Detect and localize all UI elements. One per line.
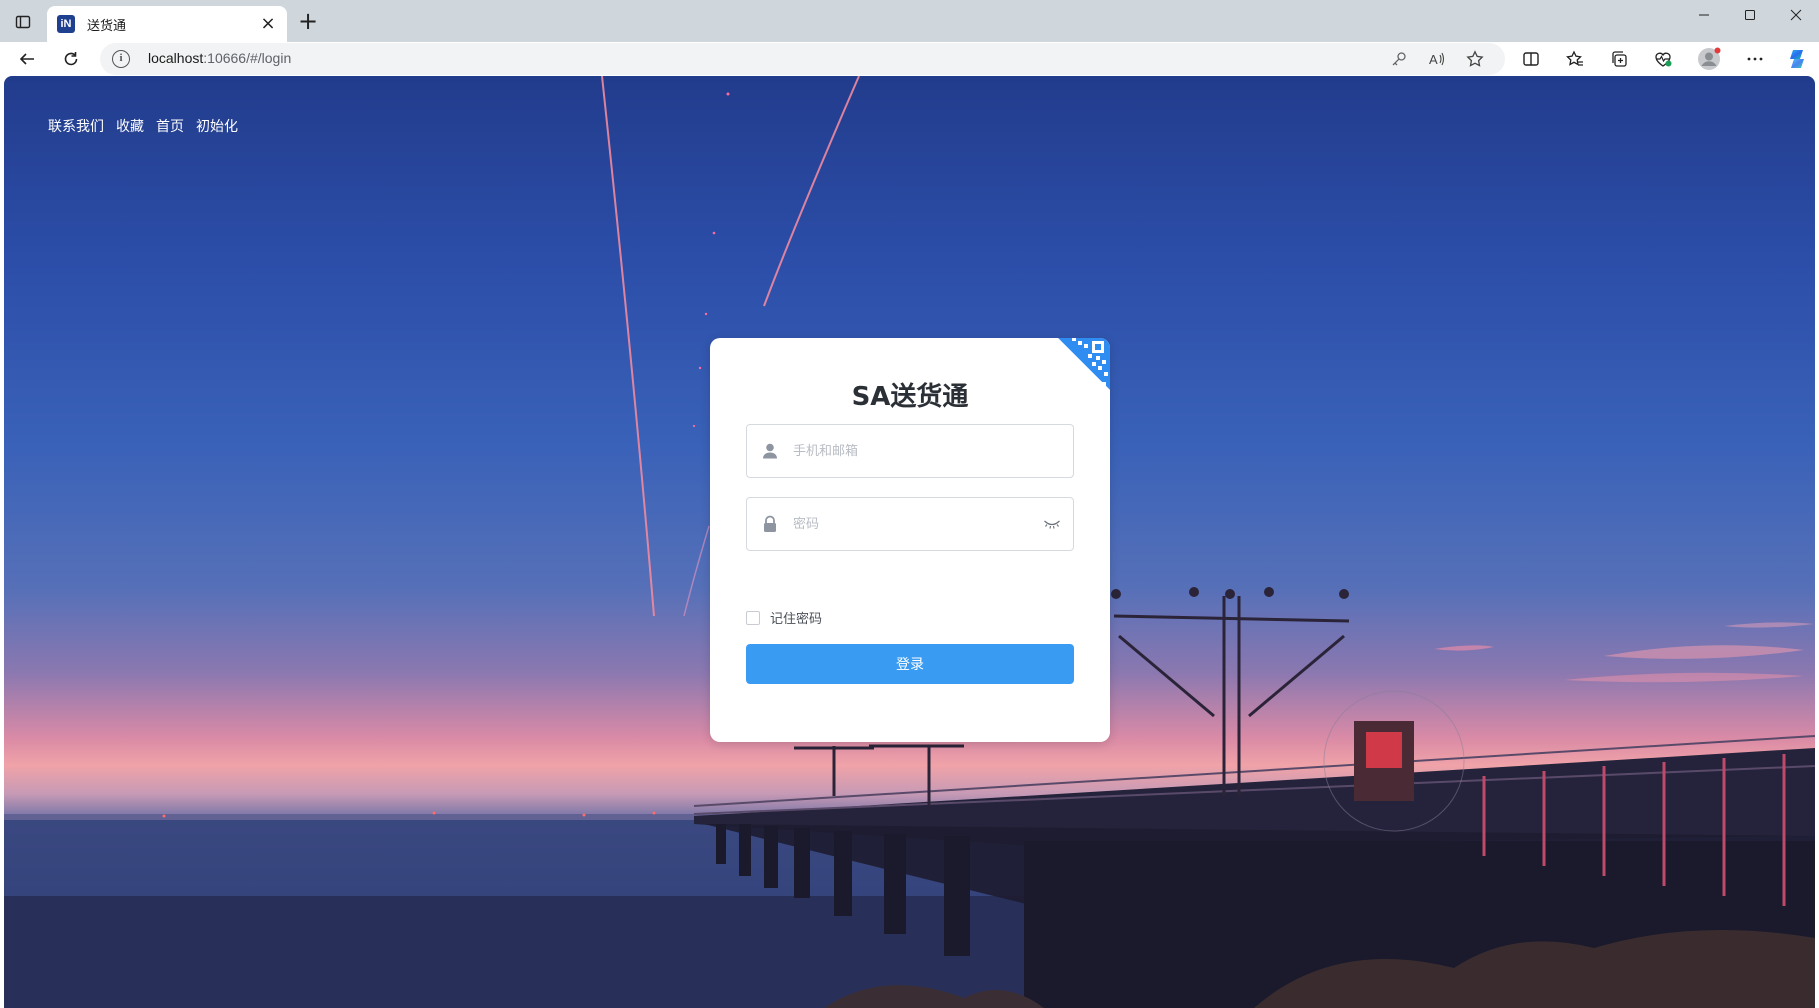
read-aloud-icon[interactable]: A <box>1426 48 1448 70</box>
tab-title: 送货通 <box>87 18 127 34</box>
username-input[interactable] <box>793 425 1033 477</box>
lock-icon <box>764 515 776 532</box>
remember-checkbox[interactable] <box>746 610 760 625</box>
refresh-icon[interactable] <box>57 45 85 73</box>
copilot-icon[interactable] <box>1783 45 1811 73</box>
info-icon[interactable]: i <box>112 50 130 68</box>
user-icon <box>763 443 777 459</box>
favorite-link[interactable]: 收藏 <box>116 116 144 136</box>
browser-toolbar: i localhost:10666/#/login A <box>0 42 1819 76</box>
password-input[interactable] <box>793 498 1033 550</box>
maximize-icon[interactable] <box>1727 0 1773 30</box>
tab-bar: iN 送货通 × + <box>0 0 1819 42</box>
profile-avatar[interactable] <box>1695 45 1723 73</box>
url-text[interactable]: localhost:10666/#/login <box>148 50 291 66</box>
login-title: SA送货通 <box>851 382 969 412</box>
contact-us-link[interactable]: 联系我们 <box>48 116 104 136</box>
close-icon[interactable]: × <box>259 15 277 33</box>
remember-password[interactable]: 记住密码 <box>746 608 822 627</box>
eye-closed-icon[interactable] <box>1043 517 1061 531</box>
initialize-link[interactable]: 初始化 <box>196 116 238 136</box>
remember-label: 记住密码 <box>770 612 823 627</box>
url-host: localhost <box>148 50 204 66</box>
tab-actions-icon[interactable] <box>10 9 36 35</box>
password-field[interactable] <box>746 497 1074 551</box>
back-icon[interactable] <box>13 45 41 73</box>
close-window-icon[interactable] <box>1773 0 1819 30</box>
login-card: SA送货通 记住密码 登录 <box>710 338 1110 742</box>
page-viewport: 联系我们 收藏 首页 初始化 SA送货通 手机和邮箱 记住密码 登录 <box>4 76 1815 1008</box>
collections-icon[interactable] <box>1605 45 1633 73</box>
browser-tab[interactable]: iN 送货通 × <box>47 6 287 42</box>
top-nav: 联系我们 收藏 首页 初始化 <box>48 116 238 136</box>
new-tab-icon[interactable]: + <box>294 8 322 36</box>
more-icon[interactable] <box>1741 45 1769 73</box>
browser-essentials-icon[interactable] <box>1649 45 1677 73</box>
split-screen-icon[interactable] <box>1517 45 1545 73</box>
minimize-icon[interactable] <box>1681 0 1727 30</box>
key-icon[interactable] <box>1388 48 1410 70</box>
login-button[interactable]: 登录 <box>746 644 1074 684</box>
site-favicon: iN <box>57 15 75 33</box>
username-field[interactable] <box>746 424 1074 478</box>
address-bar[interactable]: i localhost:10666/#/login A <box>100 43 1505 75</box>
home-link[interactable]: 首页 <box>156 116 184 136</box>
star-icon[interactable] <box>1464 48 1486 70</box>
url-path: :10666/#/login <box>203 50 292 66</box>
svg-text:A: A <box>1429 52 1438 67</box>
favorites-icon[interactable] <box>1561 45 1589 73</box>
